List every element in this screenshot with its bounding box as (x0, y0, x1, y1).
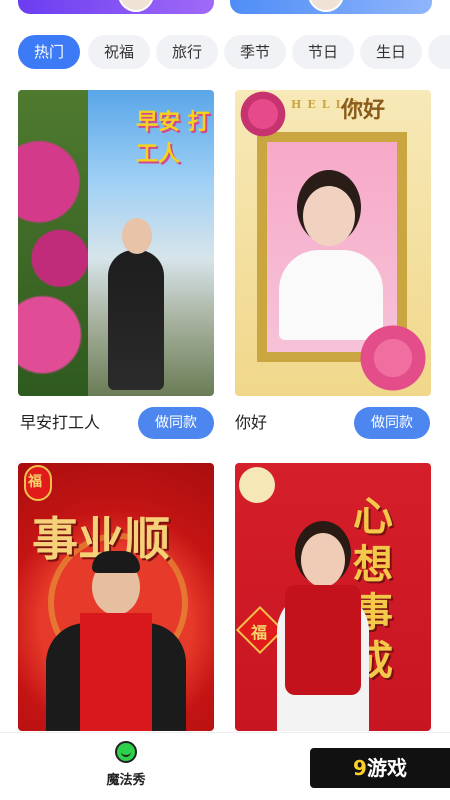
top-banner-right[interactable] (230, 0, 432, 14)
nav-item-magic-show[interactable]: 魔法秀 (96, 741, 156, 788)
template-card-image[interactable]: HELLO 你好 (235, 90, 431, 396)
overlay-text: 你好 (341, 97, 386, 123)
tab-season[interactable]: 季节 (224, 35, 286, 69)
overlay-text: 早安 打工人 (136, 109, 210, 167)
tab-travel[interactable]: 旅行 (156, 35, 218, 69)
person-figure (108, 250, 164, 390)
template-title: 早安打工人 (20, 413, 101, 432)
make-same-button[interactable]: 做同款 (354, 407, 430, 439)
red-scarf (80, 613, 152, 731)
moon (239, 467, 275, 503)
tab-more[interactable] (428, 35, 450, 69)
tab-hot[interactable]: 热门 (18, 35, 80, 69)
fu-character: 福 (251, 623, 268, 642)
top-banner-left[interactable] (18, 0, 214, 14)
avatar (118, 0, 154, 12)
red-scarf (285, 585, 361, 695)
avatar (308, 0, 344, 12)
template-card-image[interactable]: 福 事业顺 (18, 463, 214, 731)
nav-label: 魔法秀 (106, 773, 146, 788)
make-same-button[interactable]: 做同款 (138, 407, 214, 439)
category-tabs: 热门 祝福 旅行 季节 节日 生日 (18, 35, 450, 69)
rose-decoration (355, 320, 431, 396)
template-card-image[interactable]: 心想事成 福 (235, 463, 431, 731)
tab-birthday[interactable]: 生日 (360, 35, 422, 69)
rose-decoration (235, 90, 291, 138)
watermark-logo: 9游戏 (310, 748, 450, 788)
template-card-image[interactable]: 早安 打工人 (18, 90, 214, 396)
flower-wall (18, 90, 88, 396)
tab-blessing[interactable]: 祝福 (88, 35, 150, 69)
fu-character: 福 (28, 474, 42, 490)
tab-festival[interactable]: 节日 (292, 35, 354, 69)
template-title: 你好 (235, 413, 268, 432)
smile-icon (115, 741, 137, 763)
